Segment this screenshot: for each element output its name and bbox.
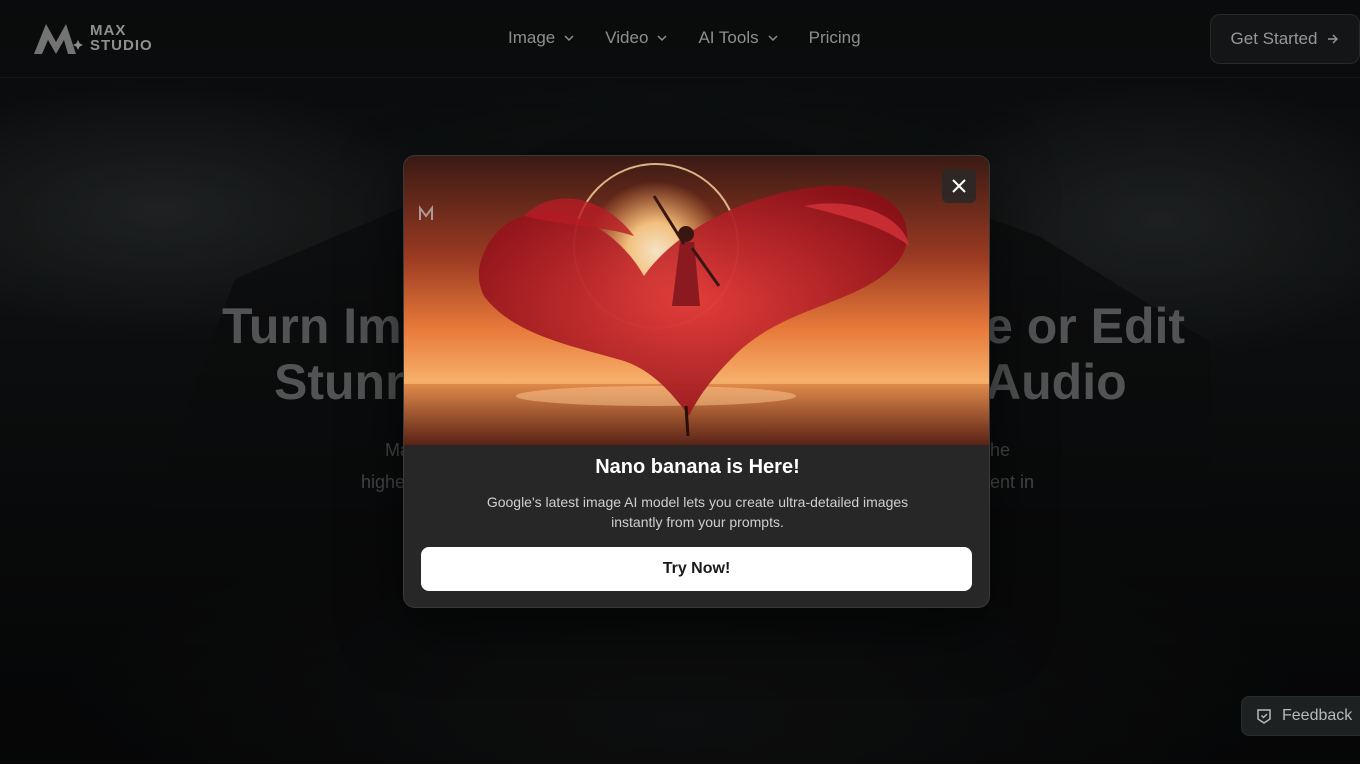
feedback-icon xyxy=(1257,709,1271,724)
modal-title: Nano banana is Here! xyxy=(595,456,800,478)
try-now-button[interactable]: Try Now! xyxy=(421,547,972,591)
promo-modal: Nano banana is Here! Google's latest ima… xyxy=(403,155,990,608)
close-button[interactable] xyxy=(942,169,976,203)
feedback-button[interactable]: Feedback xyxy=(1241,696,1360,736)
promo-image xyxy=(404,156,989,445)
modal-description: Google's latest image AI model lets you … xyxy=(486,494,909,530)
promo-illustration xyxy=(404,156,989,445)
feedback-label: Feedback xyxy=(1282,707,1353,724)
close-icon xyxy=(952,179,966,193)
